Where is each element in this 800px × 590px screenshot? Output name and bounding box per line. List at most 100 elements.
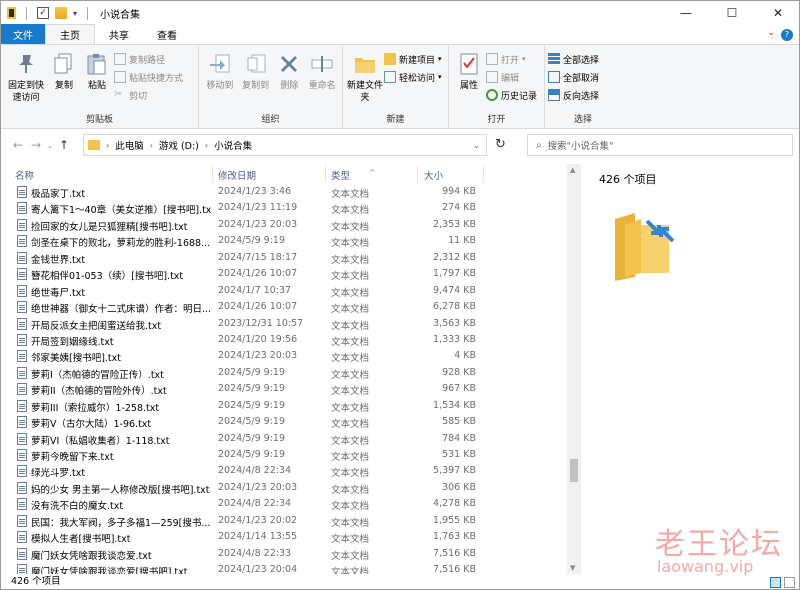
column-divider[interactable]	[483, 166, 484, 182]
paste-shortcut-button[interactable]: 粘贴快捷方式	[114, 69, 183, 85]
breadcrumb-drive[interactable]: 游戏 (D:)	[159, 138, 199, 152]
file-row[interactable]: 萝莉III（索拉威尔）1-258.txt 2024/5/9 9:19 文本文档 1,5…	[1, 398, 566, 414]
rename-label: 重命名	[308, 81, 336, 91]
file-row[interactable]: 绿光斗罗.txt 2024/4/8 22:34 文本文档 5,397 KB	[1, 463, 566, 479]
breadcrumb-current-folder[interactable]: 小说合集	[214, 138, 252, 152]
help-icon[interactable]: ?	[781, 29, 793, 41]
tab-share[interactable]: 共享	[95, 24, 143, 44]
column-divider[interactable]	[212, 166, 213, 182]
column-divider[interactable]	[325, 166, 326, 182]
large-icons-view-icon[interactable]	[784, 577, 795, 588]
file-row[interactable]: 民国：我大军阀，多子多福1—259[搜书... 2024/1/23 20:02 文本…	[1, 513, 566, 529]
file-size: 274 KB	[442, 202, 476, 214]
refresh-icon[interactable]: ↻	[495, 137, 506, 152]
file-row[interactable]: 魔门妖女凭啥跟我谈恋爱[搜书吧].txt 2024/1/23 20:04 文本文档 7…	[1, 562, 566, 574]
select-none-label: 全部取消	[563, 73, 600, 84]
new-group-label: 新建	[386, 115, 405, 125]
file-row[interactable]: 萝莉VI（私娼收集者）1-118.txt 2024/5/9 9:19 文本文档 784…	[1, 431, 566, 447]
address-dropdown-icon[interactable]: ⌄	[473, 141, 480, 150]
scrollbar-thumb[interactable]	[570, 459, 578, 482]
file-date: 2024/4/8 22:34	[218, 498, 292, 510]
file-row[interactable]: 萝莉II（杰帕德的冒险外传）.txt 2024/5/9 9:19 文本文档 967 K…	[1, 381, 566, 397]
file-row[interactable]: 模拟人生者[搜书吧].txt 2024/1/14 13:55 文本文档 1,763 K…	[1, 529, 566, 545]
copy-icon	[51, 51, 77, 77]
search-box[interactable]: ⌕ 搜索"小说合集"	[527, 134, 793, 156]
file-row[interactable]: 萝莉I（杰帕德的冒险正传）.txt 2024/5/9 9:19 文本文档 928 KB	[1, 365, 566, 381]
file-row[interactable]: 萝莉今晚留下来.txt 2024/5/9 9:19 文本文档 531 KB	[1, 447, 566, 463]
select-all-button[interactable]: 全部选择	[548, 51, 599, 67]
properties-icon	[456, 51, 482, 77]
file-type: 文本文档	[331, 534, 370, 546]
history-button[interactable]: 历史记录	[486, 87, 537, 103]
scroll-up-arrow-icon[interactable]: ▲	[570, 166, 575, 174]
open-button[interactable]: 打开 ▾	[486, 51, 537, 67]
file-row[interactable]: 邻家美姨[搜书吧].txt 2024/1/23 20:03 文本文档 4 KB	[1, 348, 566, 364]
text-file-icon	[17, 350, 27, 363]
file-row[interactable]: 萝莉V（古尔大陆）1-96.txt 2024/5/9 9:19 文本文档 585 KB	[1, 414, 566, 430]
file-row[interactable]: 没有洗不白的魔女.txt 2024/4/8 22:34 文本文档 4,278 KB	[1, 496, 566, 512]
file-row[interactable]: 绝世毒尸.txt 2024/1/7 10:37 文本文档 9,474 KB	[1, 283, 566, 299]
tab-file[interactable]: 文件	[1, 24, 45, 44]
breadcrumb-this-pc[interactable]: 此电脑	[115, 138, 144, 152]
file-name: 开局签到姻缘线.txt	[31, 336, 114, 348]
file-row[interactable]: 金钱世界.txt 2024/7/15 18:17 文本文档 2,312 KB	[1, 250, 566, 266]
close-button[interactable]: ✕	[755, 1, 799, 25]
new-folder-qat-icon[interactable]	[55, 7, 67, 19]
select-none-button[interactable]: 全部取消	[548, 69, 599, 85]
scroll-down-arrow-icon[interactable]: ▼	[570, 564, 575, 572]
qat-dropdown-icon[interactable]: ▾	[73, 9, 77, 18]
status-bar: 426 个项目	[1, 574, 799, 589]
new-item-button[interactable]: 新建项目 ▾	[384, 51, 442, 67]
text-file-icon	[17, 186, 27, 198]
select-all-icon	[548, 53, 560, 65]
open-dropdown-icon: ▾	[522, 55, 526, 63]
file-type: 文本文档	[331, 336, 370, 348]
cut-label: 剪切	[129, 91, 148, 102]
vertical-scrollbar[interactable]: ▲ ▼	[567, 164, 581, 574]
file-row[interactable]: 剑圣在桌下的败北，萝莉龙的胜利-1688... 2024/5/9 9:19 文本文档…	[1, 233, 566, 249]
cut-button[interactable]: ✂ 剪切	[114, 87, 183, 103]
file-row[interactable]: 捡回家的女儿是只狐狸精[搜书吧].txt 2024/1/23 20:03 文本文档 2…	[1, 217, 566, 233]
copy-path-button[interactable]: 复制路径	[114, 51, 183, 67]
window-controls: — ☐ ✕	[663, 1, 799, 25]
maximize-button[interactable]: ☐	[709, 1, 755, 25]
file-row[interactable]: 极品家丁.txt 2024/1/23 3:46 文本文档 994 KB	[1, 184, 566, 200]
invert-selection-button[interactable]: 反向选择	[548, 87, 599, 103]
ribbon-expand-icon[interactable]: ⌄	[767, 28, 775, 38]
file-size: 994 KB	[442, 186, 476, 197]
recent-locations-icon[interactable]: ⌄	[45, 141, 55, 150]
file-row[interactable]: 开局反派女主把闺蜜送给我.txt 2023/12/31 10:57 文本文档 3,56…	[1, 316, 566, 332]
easy-access-button[interactable]: 轻松访问 ▾	[384, 69, 442, 85]
file-type: 文本文档	[331, 484, 370, 496]
easy-access-icon	[384, 71, 396, 83]
file-name: 寄人篱下1～40章（美女逆推）[搜书吧].txt	[31, 205, 211, 217]
up-arrow-icon[interactable]: ↑	[55, 138, 73, 152]
file-row[interactable]: 开局签到姻缘线.txt 2024/1/20 19:56 文本文档 1,333 KB	[1, 332, 566, 348]
file-name: 萝莉I（杰帕德的冒险正传）.txt	[31, 369, 164, 381]
back-arrow-icon[interactable]: ←	[9, 138, 27, 152]
tab-home[interactable]: 主页	[45, 24, 95, 44]
tab-view[interactable]: 查看	[143, 24, 191, 44]
file-row[interactable]: 妈的少女 男主第一人称修改版[搜书吧].txt 2024/1/23 20:03 文本…	[1, 480, 566, 496]
column-header-type[interactable]: 类型	[331, 168, 350, 182]
column-header-size[interactable]: 大小	[424, 168, 443, 182]
file-size: 1,955 KB	[433, 514, 476, 526]
file-row[interactable]: 绝世神器（御女十二式床谱）作者：明日... 2024/1/26 10:07 文本文档…	[1, 299, 566, 315]
file-date: 2024/1/23 20:03	[218, 481, 298, 493]
address-bar[interactable]: › 此电脑 › 游戏 (D:) › 小说合集 ⌄	[83, 134, 487, 156]
column-header-date[interactable]: 修改日期	[218, 168, 256, 182]
file-type: 文本文档	[331, 205, 370, 217]
column-header-name[interactable]: 名称	[15, 168, 34, 182]
edit-button[interactable]: 编辑	[486, 69, 537, 85]
file-date: 2024/1/26 10:07	[218, 268, 298, 280]
text-file-icon	[17, 449, 27, 461]
file-row[interactable]: 寄人篱下1～40章（美女逆推）[搜书吧].txt 2024/1/23 11:19 文…	[1, 200, 566, 216]
file-row[interactable]: 簪花相伴01-053（续）[搜书吧].txt 2024/1/26 10:07 文本文…	[1, 266, 566, 282]
minimize-button[interactable]: —	[663, 1, 709, 25]
details-view-icon[interactable]	[770, 577, 781, 588]
file-row[interactable]: 魔门妖女凭啥跟我谈恋爱.txt 2024/4/8 22:33 文本文档 7,516 K…	[1, 546, 566, 562]
properties-check-icon[interactable]: ✓	[37, 7, 49, 19]
pin-label: 固定到快速访问	[7, 81, 44, 103]
column-divider[interactable]	[417, 166, 418, 182]
forward-arrow-icon[interactable]: →	[27, 138, 45, 152]
